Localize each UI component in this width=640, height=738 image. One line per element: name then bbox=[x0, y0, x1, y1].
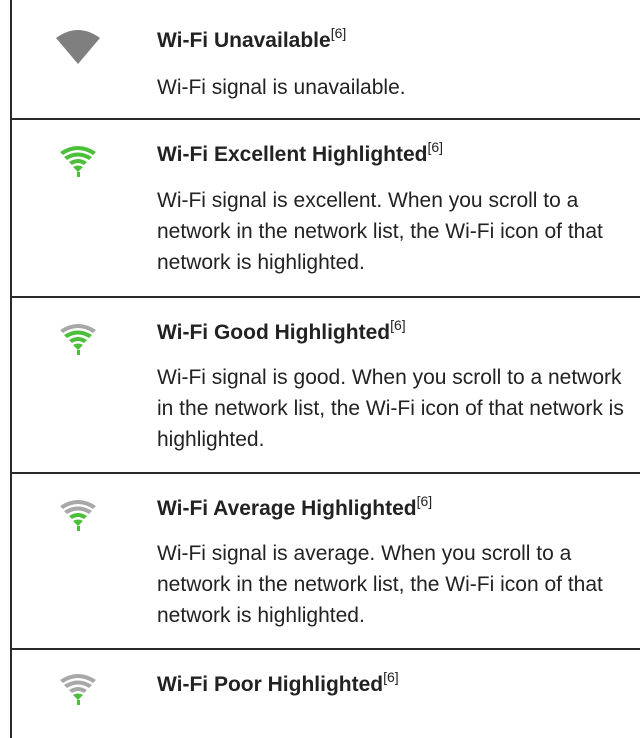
wifi-good-highlighted-icon bbox=[48, 318, 108, 366]
row-title: Wi-Fi Unavailable[6] bbox=[157, 25, 347, 52]
footnote-ref: [6] bbox=[427, 139, 444, 155]
footnote-ref: [6] bbox=[390, 317, 406, 333]
wifi-unavailable-icon bbox=[48, 26, 108, 74]
row-description: Wi-Fi signal is good. When you scroll to… bbox=[157, 366, 624, 451]
row-description: Wi-Fi signal is average. When you scroll… bbox=[157, 542, 603, 627]
wifi-average-highlighted-icon bbox=[48, 494, 108, 542]
table-row: Wi-Fi Poor Highlighted[6] bbox=[12, 650, 640, 738]
row-title: Wi-Fi Poor Highlighted[6] bbox=[157, 669, 399, 696]
wifi-poor-highlighted-icon bbox=[48, 668, 108, 716]
table-row: Wi-Fi Good Highlighted[6] Wi-Fi signal i… bbox=[12, 298, 640, 474]
table-row: Wi-Fi Average Highlighted[6] Wi-Fi signa… bbox=[12, 474, 640, 650]
footnote-ref: [6] bbox=[330, 25, 347, 41]
row-description: Wi-Fi signal is excellent. When you scro… bbox=[157, 189, 603, 274]
footnote-ref: [6] bbox=[383, 669, 399, 685]
row-title: Wi-Fi Excellent Highlighted[6] bbox=[157, 139, 444, 166]
table-row: Wi-Fi Excellent Highlighted[6] Wi-Fi sig… bbox=[12, 120, 640, 298]
row-description: Wi-Fi signal is unavailable. bbox=[157, 76, 406, 99]
wifi-excellent-highlighted-icon bbox=[48, 140, 108, 188]
footnote-ref: [6] bbox=[416, 493, 433, 509]
table-row: Wi-Fi Unavailable[6] Wi-Fi signal is una… bbox=[12, 0, 640, 120]
row-title: Wi-Fi Good Highlighted[6] bbox=[157, 317, 406, 344]
row-title: Wi-Fi Average Highlighted[6] bbox=[157, 493, 433, 520]
icon-description-table: Wi-Fi Unavailable[6] Wi-Fi signal is una… bbox=[10, 0, 640, 738]
